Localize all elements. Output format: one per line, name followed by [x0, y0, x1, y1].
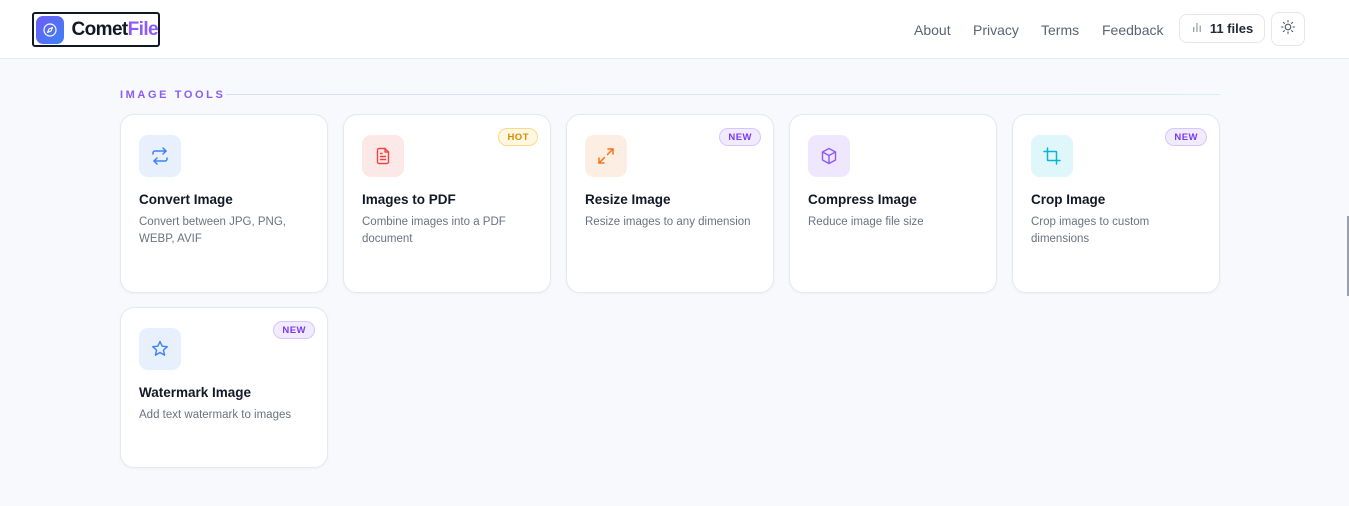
- tool-title: Resize Image: [585, 192, 671, 207]
- tool-card-watermark-image[interactable]: NEW Watermark Image Add text watermark t…: [120, 307, 328, 468]
- nav-terms-link[interactable]: Terms: [1041, 22, 1079, 38]
- bar-chart-icon: [1191, 21, 1203, 36]
- tool-description: Add text watermark to images: [139, 409, 292, 421]
- section-title: IMAGE TOOLS: [120, 89, 226, 101]
- tool-description: Reduce image file size: [808, 216, 924, 228]
- nav-feedback-link[interactable]: Feedback: [1102, 22, 1163, 38]
- nav-privacy-link[interactable]: Privacy: [973, 22, 1019, 38]
- expand-arrows-icon: [585, 135, 627, 177]
- tool-description: Crop images to custom dimensions: [1031, 216, 1150, 245]
- brand-name-part1: Comet: [71, 18, 129, 40]
- tool-card-images-to-pdf[interactable]: HOT Images to PDF Combine images into a …: [343, 114, 551, 293]
- tool-title: Compress Image: [808, 192, 917, 207]
- sun-icon: [1280, 19, 1296, 40]
- brand-name: CometFile: [71, 18, 159, 41]
- file-text-icon: [362, 135, 404, 177]
- tool-title: Watermark Image: [139, 385, 252, 400]
- top-header: CometFile About Privacy Terms Feedback 1…: [0, 0, 1349, 59]
- files-count-label: 11 files: [1209, 21, 1254, 36]
- tool-description: Convert between JPG, PNG, WEBP, AVIF: [139, 216, 287, 245]
- new-badge: NEW: [1165, 128, 1207, 146]
- tool-title: Images to PDF: [362, 192, 456, 207]
- new-badge: NEW: [719, 128, 761, 146]
- tool-description: Combine images into a PDF document: [362, 216, 506, 245]
- brand-name-part2: File: [127, 18, 159, 40]
- crop-icon: [1031, 135, 1073, 177]
- tool-title: Convert Image: [139, 192, 233, 207]
- tool-card-crop-image[interactable]: NEW Crop Image Crop images to custom dim…: [1012, 114, 1220, 293]
- logo-link[interactable]: CometFile: [32, 12, 160, 47]
- hot-badge: HOT: [498, 128, 538, 146]
- compass-icon: [36, 15, 64, 44]
- section-divider: [226, 94, 1220, 95]
- tool-card-convert-image[interactable]: Convert Image Convert between JPG, PNG, …: [120, 114, 328, 293]
- tool-title: Crop Image: [1031, 192, 1106, 207]
- theme-toggle-button[interactable]: [1271, 12, 1305, 46]
- star-icon: [139, 328, 181, 370]
- tool-description: Resize images to any dimension: [585, 216, 751, 228]
- arrows-swap-icon: [139, 135, 181, 177]
- files-count-button[interactable]: 11 files: [1179, 14, 1265, 43]
- tool-card-compress-image[interactable]: Compress Image Reduce image file size: [789, 114, 997, 293]
- box-icon: [808, 135, 850, 177]
- new-badge: NEW: [273, 321, 315, 339]
- nav-about-link[interactable]: About: [914, 22, 951, 38]
- tool-card-resize-image[interactable]: NEW Resize Image Resize images to any di…: [566, 114, 774, 293]
